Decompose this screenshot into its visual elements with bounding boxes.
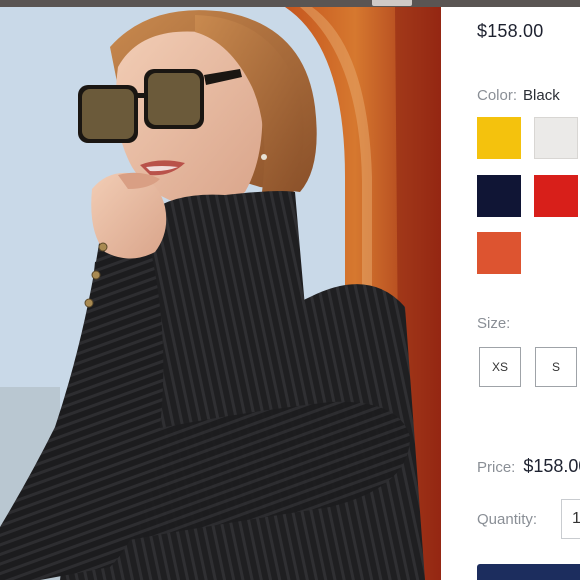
swatch-orange[interactable] [477,232,521,274]
swatch-navy[interactable] [477,175,521,217]
size-option-xs[interactable]: XS [479,347,521,387]
product-photo [0,7,441,580]
swatch-white[interactable] [534,117,578,159]
price-value: $158.00 [523,456,580,476]
color-selector-label: Color: Black [477,87,560,104]
price-summary: Price: $158.00 [477,456,580,477]
model-illustration [0,7,441,580]
color-label: Color: [477,87,518,104]
top-tab-indicator [372,0,412,6]
product-details-panel: $158.00 Color: Black Size: XS S Price: $15… [441,7,580,580]
add-to-cart-button[interactable] [477,564,580,580]
swatch-red[interactable] [534,175,578,217]
price-label: Price: [477,459,516,476]
quantity-label: Quantity: [477,511,538,528]
quantity-input[interactable]: 1 [561,499,580,539]
size-option-s[interactable]: S [535,347,577,387]
size-label: Size: [477,315,511,332]
browser-top-strip [0,0,580,7]
product-price: $158.00 [477,21,544,41]
swatch-yellow[interactable] [477,117,521,159]
selected-color-value: Black [523,87,560,104]
